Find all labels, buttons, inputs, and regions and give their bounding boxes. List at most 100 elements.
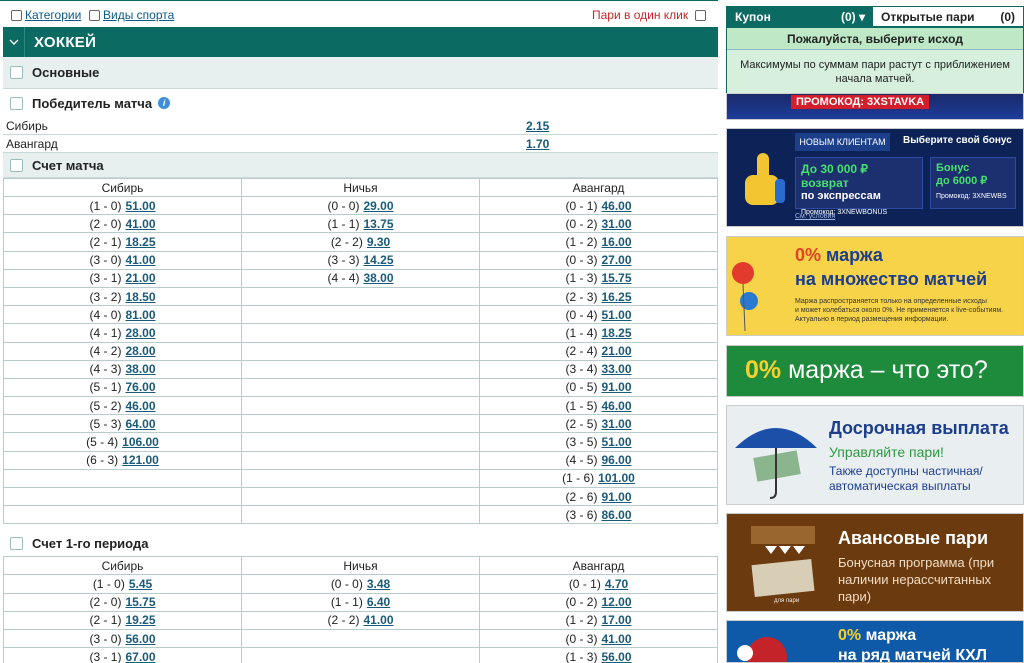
odd-link[interactable]: 121.00 [122, 453, 159, 467]
odd-link[interactable]: 106.00 [122, 435, 159, 449]
odds-cell[interactable]: (3 - 0) 41.00 [3, 251, 242, 270]
odds-cell[interactable]: (1 - 6) 101.00 [479, 469, 718, 489]
odds-cell[interactable]: (0 - 0) 3.48 [241, 574, 480, 594]
odd-link[interactable]: 16.00 [601, 235, 631, 249]
odds-cell[interactable]: (2 - 1) 18.25 [3, 232, 242, 252]
odds-cell[interactable]: (5 - 3) 64.00 [3, 414, 242, 434]
odds-cell[interactable]: (4 - 4) 38.00 [241, 269, 480, 288]
group-score-checkbox[interactable] [10, 158, 23, 172]
odd-link[interactable]: 56.00 [601, 650, 631, 663]
odds-cell[interactable]: (1 - 5) 46.00 [479, 396, 718, 416]
one-click-checkbox[interactable] [695, 9, 707, 21]
odd-link[interactable]: 6.40 [367, 595, 390, 609]
group-main-checkbox[interactable] [10, 66, 23, 79]
odds-cell[interactable]: (0 - 5) 91.00 [479, 378, 718, 398]
chevron-down-icon[interactable] [3, 27, 25, 57]
odd-link[interactable]: 17.00 [601, 613, 631, 627]
odd-link[interactable]: 46.00 [601, 199, 631, 213]
group-score-p1-checkbox[interactable] [10, 536, 23, 550]
odd-link[interactable]: 38.00 [125, 362, 155, 376]
odd-link[interactable]: 28.00 [125, 326, 155, 340]
odds-cell[interactable]: (3 - 0) 56.00 [3, 629, 242, 649]
odds-cell[interactable]: (0 - 2) 31.00 [479, 214, 718, 234]
odds-cell[interactable]: (5 - 1) 76.00 [3, 378, 242, 398]
odd-link[interactable]: 18.25 [601, 326, 631, 340]
banner-zero-margin[interactable]: 0% маржа на множество матчей Маржа распр… [726, 236, 1024, 336]
odd-link[interactable]: 13.75 [363, 217, 393, 231]
odd-link[interactable]: 31.00 [601, 417, 631, 431]
odds-cell[interactable]: (3 - 5) 51.00 [479, 432, 718, 452]
odds-cell[interactable]: (3 - 4) 33.00 [479, 360, 718, 379]
tab-coupon[interactable]: Купон (0) ▾ [727, 7, 873, 27]
categories-checkbox[interactable] [11, 9, 22, 21]
odds-cell[interactable]: (4 - 3) 38.00 [3, 360, 242, 379]
odd-link[interactable]: 15.75 [601, 271, 631, 285]
odds-cell[interactable]: (1 - 0) 51.00 [3, 196, 242, 216]
odd-link[interactable]: 38.00 [363, 271, 393, 285]
bonus-card-6000[interactable]: Бонус до 6000 ₽ Промокод: 3XNEWBS [930, 157, 1016, 209]
odd-link[interactable]: 41.00 [363, 613, 393, 627]
odds-cell[interactable]: (1 - 1) 13.75 [241, 214, 480, 234]
odd-link[interactable]: 101.00 [598, 471, 635, 485]
odd-link[interactable]: 9.30 [367, 235, 390, 249]
group-winner[interactable]: Победитель матча i [3, 89, 718, 117]
odd-link[interactable]: 28.00 [125, 344, 155, 358]
odds-cell[interactable]: (4 - 5) 96.00 [479, 451, 718, 470]
odd-link[interactable]: 29.00 [363, 199, 393, 213]
odds-cell[interactable]: (1 - 3) 56.00 [479, 647, 718, 663]
odds-cell[interactable]: (6 - 3) 121.00 [3, 451, 242, 470]
sports-checkbox[interactable] [89, 9, 100, 21]
terms-link[interactable]: См. условия [795, 213, 835, 220]
odds-cell[interactable]: (0 - 4) 51.00 [479, 305, 718, 325]
odd-link[interactable]: 18.50 [125, 290, 155, 304]
odds-cell[interactable]: (3 - 6) 86.00 [479, 505, 718, 525]
odd-link[interactable]: 46.00 [601, 399, 631, 413]
odd-link[interactable]: 76.00 [125, 380, 155, 394]
odd-link[interactable]: 64.00 [125, 417, 155, 431]
odd-link[interactable]: 56.00 [125, 632, 155, 646]
odds-cell[interactable]: (1 - 2) 16.00 [479, 232, 718, 252]
group-score[interactable]: Счет матча [3, 153, 718, 178]
odd-link[interactable]: 91.00 [601, 490, 631, 504]
one-click-toggle[interactable]: Пари в один клик [592, 8, 707, 22]
odds-cell[interactable]: (1 - 4) 18.25 [479, 323, 718, 343]
odds-cell[interactable]: (4 - 1) 28.00 [3, 323, 242, 343]
odd-link[interactable]: 81.00 [125, 308, 155, 322]
odds-cell[interactable]: (2 - 2) 9.30 [241, 232, 480, 252]
sports-toggle[interactable]: Виды спорта [89, 8, 174, 22]
odd-link[interactable]: 41.00 [125, 217, 155, 231]
odds-cell[interactable]: (4 - 0) 81.00 [3, 305, 242, 325]
odd-link[interactable]: 41.00 [601, 632, 631, 646]
odd-link[interactable]: 51.00 [601, 308, 631, 322]
odds-cell[interactable]: (2 - 5) 31.00 [479, 414, 718, 434]
odds-cell[interactable]: (1 - 0) 5.45 [3, 574, 242, 594]
banner-advance-bets[interactable]: для пари Авансовые пари Бонусная програм… [726, 513, 1024, 612]
categories-toggle[interactable]: Категории [11, 8, 81, 22]
odds-cell[interactable]: (2 - 1) 19.25 [3, 611, 242, 630]
odds-cell[interactable]: (4 - 2) 28.00 [3, 342, 242, 361]
odd-link[interactable]: 12.00 [601, 595, 631, 609]
odds-cell[interactable]: (1 - 1) 6.40 [241, 593, 480, 612]
odd-link[interactable]: 16.25 [601, 290, 631, 304]
banner-margin-what[interactable]: 0% маржа – что это? [726, 345, 1024, 397]
odd-link[interactable]: 3.48 [367, 577, 390, 591]
odd-link[interactable]: 67.00 [125, 650, 155, 663]
odds-cell[interactable]: (2 - 6) 91.00 [479, 487, 718, 507]
odd-link[interactable]: 14.25 [363, 253, 393, 267]
odd-link[interactable]: 18.25 [125, 235, 155, 249]
banner-khl[interactable]: 0% маржа на ряд матчей КХЛ [726, 620, 1024, 663]
odds-cell[interactable]: (2 - 0) 41.00 [3, 214, 242, 234]
odd-link[interactable]: 27.00 [601, 253, 631, 267]
odd-link[interactable]: 91.00 [601, 380, 631, 394]
info-icon[interactable]: i [158, 97, 171, 109]
bonus-card-express[interactable]: До 30 000 ₽ возврат по экспрессам Промок… [795, 157, 923, 216]
odds-cell[interactable]: (3 - 1) 67.00 [3, 647, 242, 663]
odds-cell[interactable]: (2 - 4) 21.00 [479, 342, 718, 361]
odd-link[interactable]: 31.00 [601, 217, 631, 231]
odds-cell[interactable]: (0 - 1) 4.70 [479, 574, 718, 594]
group-winner-checkbox[interactable] [10, 96, 23, 110]
odd-link[interactable]: 4.70 [605, 577, 628, 591]
winner-odd[interactable]: 2.15 [526, 119, 549, 133]
odds-cell[interactable]: (0 - 2) 12.00 [479, 593, 718, 612]
odds-cell[interactable]: (0 - 1) 46.00 [479, 196, 718, 216]
